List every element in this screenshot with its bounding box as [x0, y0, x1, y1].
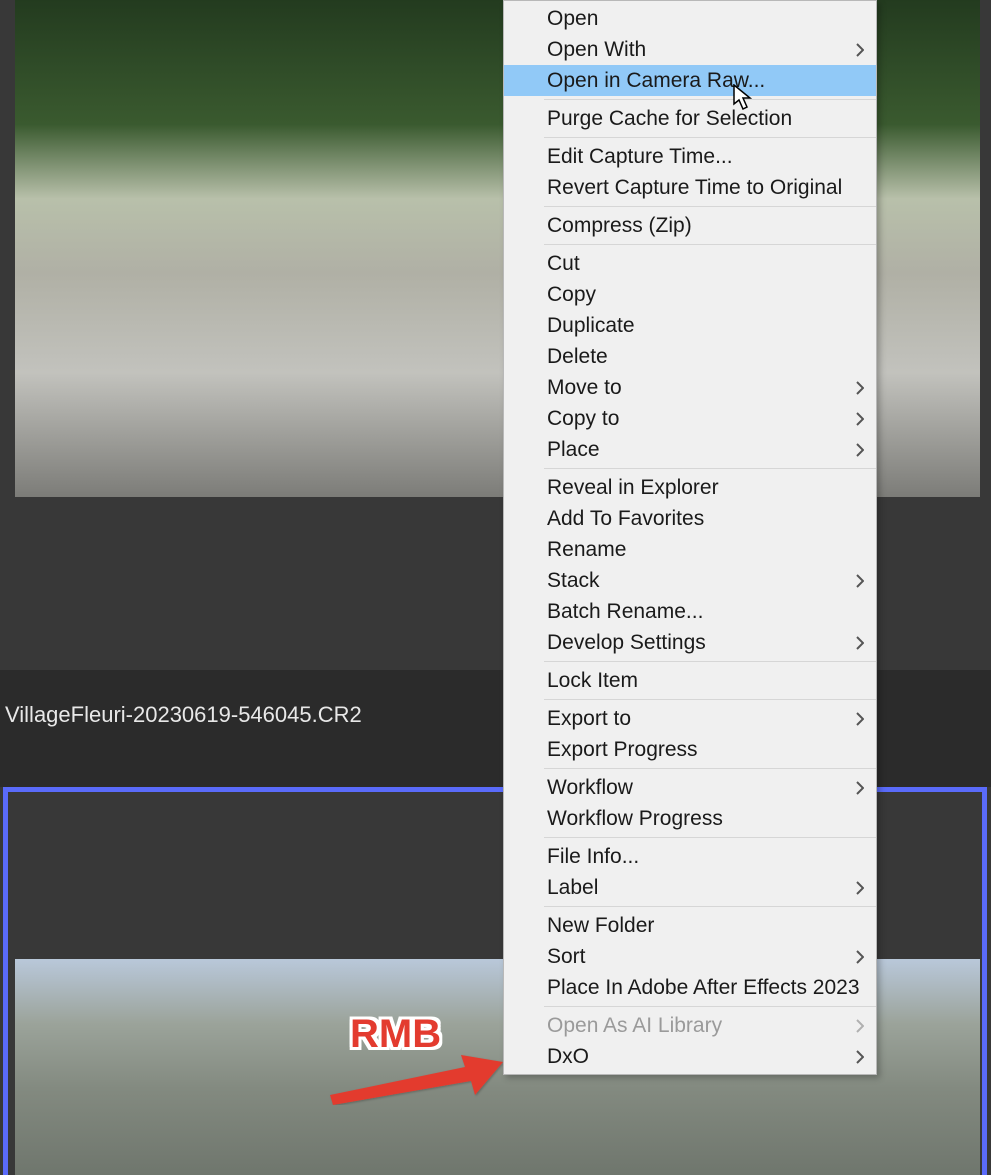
menu-develop-settings-label: Develop Settings [547, 631, 706, 654]
menu-compress-zip-label: Compress (Zip) [547, 214, 692, 237]
menu-workflow-progress-label: Workflow Progress [547, 807, 723, 830]
chevron-right-icon [856, 712, 864, 726]
menu-separator [544, 137, 876, 138]
menu-batch-rename-label: Batch Rename... [547, 600, 703, 623]
menu-lock-item-label: Lock Item [547, 669, 638, 692]
menu-duplicate-label: Duplicate [547, 314, 635, 337]
menu-open-with[interactable]: Open With [504, 34, 876, 65]
chevron-right-icon [856, 1019, 864, 1033]
menu-lock-item[interactable]: Lock Item [504, 665, 876, 696]
menu-place-ae-label: Place In Adobe After Effects 2023 [547, 976, 860, 999]
chevron-right-icon [856, 574, 864, 588]
chevron-right-icon [856, 443, 864, 457]
chevron-right-icon [856, 412, 864, 426]
menu-dxo-label: DxO [547, 1045, 589, 1068]
menu-new-folder[interactable]: New Folder [504, 910, 876, 941]
menu-edit-capture-time[interactable]: Edit Capture Time... [504, 141, 876, 172]
menu-rename-label: Rename [547, 538, 626, 561]
menu-separator [544, 837, 876, 838]
menu-develop-settings[interactable]: Develop Settings [504, 627, 876, 658]
filename-label: VillageFleuri-20230619-546045.CR2 [5, 702, 362, 728]
menu-duplicate[interactable]: Duplicate [504, 310, 876, 341]
menu-new-folder-label: New Folder [547, 914, 654, 937]
menu-separator [544, 1006, 876, 1007]
menu-revert-capture-time-label: Revert Capture Time to Original [547, 176, 842, 199]
context-menu[interactable]: Open Open With Open in Camera Raw... Purge … [503, 0, 877, 1075]
menu-sort[interactable]: Sort [504, 941, 876, 972]
menu-export-to-label: Export to [547, 707, 631, 730]
menu-rename[interactable]: Rename [504, 534, 876, 565]
menu-dxo[interactable]: DxO [504, 1041, 876, 1072]
menu-copy[interactable]: Copy [504, 279, 876, 310]
menu-move-to[interactable]: Move to [504, 372, 876, 403]
menu-open-camera-raw[interactable]: Open in Camera Raw... [504, 65, 876, 96]
menu-open-camera-raw-label: Open in Camera Raw... [547, 69, 765, 92]
chevron-right-icon [856, 381, 864, 395]
menu-purge-cache[interactable]: Purge Cache for Selection [504, 103, 876, 134]
menu-separator [544, 244, 876, 245]
menu-copy-label: Copy [547, 283, 596, 306]
menu-open-label: Open [547, 7, 598, 30]
menu-open-ai-library-label: Open As AI Library [547, 1014, 722, 1037]
menu-separator [544, 906, 876, 907]
menu-workflow-progress[interactable]: Workflow Progress [504, 803, 876, 834]
chevron-right-icon [856, 950, 864, 964]
chevron-right-icon [856, 781, 864, 795]
menu-add-favorites[interactable]: Add To Favorites [504, 503, 876, 534]
menu-cut[interactable]: Cut [504, 248, 876, 279]
menu-label-label: Label [547, 876, 598, 899]
menu-label[interactable]: Label [504, 872, 876, 903]
menu-file-info[interactable]: File Info... [504, 841, 876, 872]
menu-export-progress-label: Export Progress [547, 738, 698, 761]
menu-place-ae[interactable]: Place In Adobe After Effects 2023 [504, 972, 876, 1003]
menu-separator [544, 206, 876, 207]
menu-move-to-label: Move to [547, 376, 622, 399]
menu-copy-to[interactable]: Copy to [504, 403, 876, 434]
chevron-right-icon [856, 1050, 864, 1064]
menu-separator [544, 699, 876, 700]
menu-stack[interactable]: Stack [504, 565, 876, 596]
menu-open-with-label: Open With [547, 38, 646, 61]
menu-separator [544, 468, 876, 469]
menu-place[interactable]: Place [504, 434, 876, 465]
menu-separator [544, 661, 876, 662]
menu-workflow-label: Workflow [547, 776, 633, 799]
menu-reveal-explorer-label: Reveal in Explorer [547, 476, 719, 499]
menu-batch-rename[interactable]: Batch Rename... [504, 596, 876, 627]
menu-separator [544, 99, 876, 100]
menu-compress-zip[interactable]: Compress (Zip) [504, 210, 876, 241]
menu-export-progress[interactable]: Export Progress [504, 734, 876, 765]
menu-delete-label: Delete [547, 345, 608, 368]
menu-copy-to-label: Copy to [547, 407, 619, 430]
menu-export-to[interactable]: Export to [504, 703, 876, 734]
menu-workflow[interactable]: Workflow [504, 772, 876, 803]
menu-edit-capture-time-label: Edit Capture Time... [547, 145, 733, 168]
menu-purge-cache-label: Purge Cache for Selection [547, 107, 792, 130]
menu-file-info-label: File Info... [547, 845, 639, 868]
chevron-right-icon [856, 636, 864, 650]
menu-reveal-explorer[interactable]: Reveal in Explorer [504, 472, 876, 503]
menu-open[interactable]: Open [504, 3, 876, 34]
menu-separator [544, 768, 876, 769]
chevron-right-icon [856, 881, 864, 895]
menu-open-ai-library: Open As AI Library [504, 1010, 876, 1041]
menu-stack-label: Stack [547, 569, 600, 592]
menu-sort-label: Sort [547, 945, 586, 968]
menu-delete[interactable]: Delete [504, 341, 876, 372]
menu-add-favorites-label: Add To Favorites [547, 507, 704, 530]
chevron-right-icon [856, 43, 864, 57]
menu-place-label: Place [547, 438, 600, 461]
menu-revert-capture-time[interactable]: Revert Capture Time to Original [504, 172, 876, 203]
menu-cut-label: Cut [547, 252, 580, 275]
